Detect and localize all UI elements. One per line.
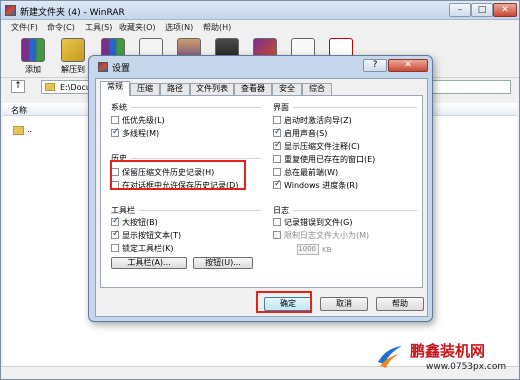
maximize-button[interactable]: □ [471,3,493,17]
extract-to-icon [61,38,85,62]
large-buttons-checkbox[interactable] [111,216,120,226]
tab-compression[interactable]: 压缩 [130,83,160,95]
tab-misc[interactable]: 综合 [302,83,332,95]
tab-paths[interactable]: 路径 [160,83,190,95]
settings-dialog-icon [98,62,108,72]
enable-sound-checkbox[interactable] [273,127,282,137]
list-item[interactable]: .. [27,125,32,134]
log-group-divider [293,210,417,211]
multithread-label: 多线程(M) [122,129,160,138]
wizard-startup-label: 启动时激活向导(Z) [284,116,352,125]
large-buttons-label: 大按钮(B) [122,218,158,227]
show-button-text-label: 显示按钮文本(T) [122,231,182,240]
menu-options[interactable]: 选项(N) [165,22,193,33]
tab-file-list[interactable]: 文件列表 [190,83,234,95]
winrar-app-icon [5,5,16,16]
log-errors-label: 记录错误到文件(G) [284,218,353,227]
show-button-text-checkbox[interactable] [111,229,120,239]
add-button[interactable]: 添加 [13,36,53,76]
help-button[interactable]: 帮助 [376,297,424,311]
show-comment-label: 显示压缩文件注释(C) [284,142,360,151]
watermark-brand: 鹏鑫装机网 [410,342,486,360]
log-group-title: 日志 [273,206,289,215]
log-size-unit: KB [322,246,332,254]
history-group-divider [131,158,261,159]
folder-icon [45,83,55,91]
reuse-window-checkbox[interactable] [273,155,281,163]
reuse-window-label: 重复使用已存在的窗口(E) [284,155,376,164]
up-folder-button[interactable]: ↑ [11,80,25,93]
windows-progress-bar-label: Windows 进度条(R) [284,181,359,190]
toolbar-group-title: 工具栏 [111,206,135,215]
watermark-logo-icon [378,346,402,368]
windows-progress-bar-checkbox[interactable] [273,179,282,189]
low-priority-checkbox[interactable] [111,116,119,124]
always-on-top-checkbox[interactable] [273,168,281,176]
watermark-url: www.0753px.com [426,362,507,372]
toolbar-group-divider [139,210,261,211]
multithread-checkbox[interactable] [111,127,120,137]
extract-to-button[interactable]: 解压到 [53,36,93,76]
window-title: 新建文件夹 (4) - WinRAR [20,8,125,18]
name-column-header[interactable]: 名称 [11,105,27,116]
menu-bar: 文件(F) 命令(C) 工具(S) 收藏夹(O) 选项(N) 帮助(H) [1,20,519,34]
log-size-field: 1000 [297,244,319,255]
history-highlight-box [110,160,246,190]
dialog-close-button[interactable]: ✕ [388,59,428,72]
menu-file[interactable]: 文件(F) [11,22,38,33]
system-group-title: 系统 [111,103,127,112]
menu-help[interactable]: 帮助(H) [203,22,231,33]
toolbar-settings-button[interactable]: 工具栏(A)... [111,257,187,269]
dialog-body: 常规 压缩 路径 文件列表 查看器 安全 综合 系统 低优先级(L) 多线程(M… [95,78,428,317]
log-errors-checkbox[interactable] [273,218,281,226]
limit-log-size-checkbox [273,231,281,239]
interface-group-title: 界面 [273,103,289,112]
general-tab-panel: 系统 低优先级(L) 多线程(M) 历史 保留压缩文件历史记录(H) 在对话框中… [100,95,423,288]
cancel-button[interactable]: 取消 [320,297,368,311]
lock-toolbar-checkbox[interactable] [111,244,119,252]
dialog-help-button[interactable]: ? [363,59,387,72]
address-path: E:\Docu [60,83,91,92]
menu-tools[interactable]: 工具(S) [85,22,112,33]
dialog-title: 设置 [112,64,131,74]
buttons-settings-button[interactable]: 按钮(U)... [193,257,253,269]
limit-log-size-label: 限制日志文件大小为(M) [284,231,370,240]
show-comment-checkbox[interactable] [273,140,282,150]
close-button[interactable]: ✕ [493,3,517,17]
add-archive-icon [21,38,45,62]
tab-general[interactable]: 常规 [100,81,130,96]
watermark: 鹏鑫装机网 www.0753px.com [376,340,520,380]
lock-toolbar-label: 锁定工具栏(K) [122,244,174,253]
add-button-label: 添加 [25,65,41,74]
wizard-startup-checkbox[interactable] [273,116,281,124]
ok-highlight-box [256,291,312,313]
low-priority-label: 低优先级(L) [122,116,165,125]
interface-group-divider [293,107,417,108]
extract-to-label: 解压到 [61,65,85,74]
system-group-divider [131,107,261,108]
tab-security[interactable]: 安全 [272,83,302,95]
menu-favorites[interactable]: 收藏夹(O) [119,22,156,33]
enable-sound-label: 启用声音(S) [284,129,328,138]
minimize-button[interactable]: – [449,3,471,17]
always-on-top-label: 总在最前端(W) [284,168,339,177]
menu-command[interactable]: 命令(C) [47,22,75,33]
tab-viewer[interactable]: 查看器 [234,83,272,95]
title-bar: 新建文件夹 (4) - WinRAR – □ ✕ [1,1,519,20]
parent-folder-icon [13,126,24,135]
